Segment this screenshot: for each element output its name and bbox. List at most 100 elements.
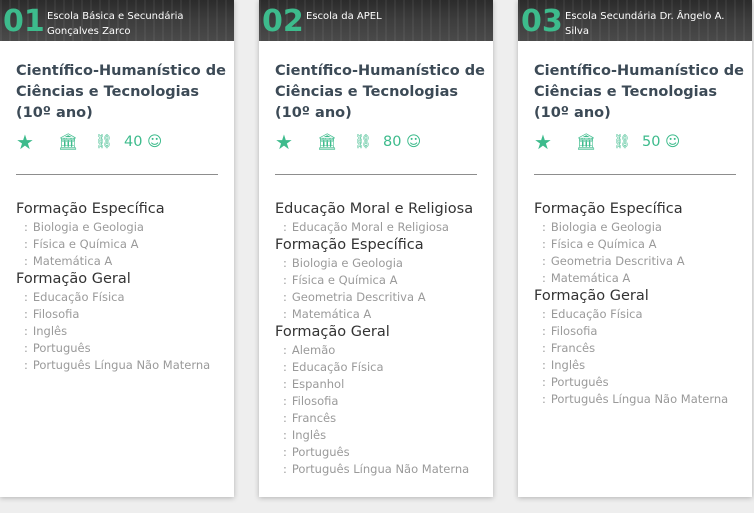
subject-item: : Francês xyxy=(275,410,490,427)
card-number: 02 xyxy=(262,4,304,39)
link-icon: ⛓ xyxy=(354,134,372,150)
group-title: Formação Geral xyxy=(534,288,649,304)
subject-label: Inglês xyxy=(550,358,586,372)
link-icon: ⛓ xyxy=(613,134,631,150)
subject-item: : Português Língua Não Materna xyxy=(534,391,749,408)
subject-label: Português xyxy=(32,341,91,355)
subject-separator: : xyxy=(283,411,287,425)
subject-item: : Geometria Descritiva A xyxy=(275,289,490,306)
subject-label: Português Língua Não Materna xyxy=(550,392,729,406)
subject-item: : Educação Física xyxy=(16,289,231,306)
card-meta: ★ 🏛︎ ⛓ 50 ☺ xyxy=(534,130,739,154)
subject-separator: : xyxy=(283,220,287,234)
smiley-icon: ☺ xyxy=(665,134,681,150)
school-name[interactable]: Escola Básica e Secundária Gonçalves Zar… xyxy=(47,9,230,39)
subject-label: Educação Física xyxy=(550,307,643,321)
group-title: Formação Específica xyxy=(534,201,683,217)
subject-label: Português Língua Não Materna xyxy=(32,358,211,372)
subject-item: : Inglês xyxy=(275,427,490,444)
star-icon[interactable]: ★ xyxy=(275,130,293,154)
subject-item: : Física e Química A xyxy=(275,272,490,289)
subject-item: : Educação Física xyxy=(534,306,749,323)
subject-item: : Português xyxy=(16,340,231,357)
subject-separator: : xyxy=(542,307,546,321)
subject-label: Filosofia xyxy=(550,324,598,338)
school-card[interactable]: 01 Escola Básica e Secundária Gonçalves … xyxy=(0,0,234,497)
subject-item: : Matemática A xyxy=(534,270,749,287)
subject-separator: : xyxy=(542,341,546,355)
subject-separator: : xyxy=(283,343,287,357)
subject-label: Biologia e Geologia xyxy=(550,220,662,234)
subject-item: : Português xyxy=(534,374,749,391)
subject-separator: : xyxy=(24,324,28,338)
institution-icon: 🏛︎ xyxy=(317,132,338,151)
subject-separator: : xyxy=(542,358,546,372)
subject-separator: : xyxy=(542,237,546,251)
subject-separator: : xyxy=(24,254,28,268)
subject-separator: : xyxy=(24,237,28,251)
subject-item: : Biologia e Geologia xyxy=(275,255,490,272)
subject-label: Biologia e Geologia xyxy=(32,220,144,234)
subject-label: Educação Física xyxy=(32,290,125,304)
subject-label: Francês xyxy=(550,341,596,355)
subject-label: Português xyxy=(291,445,350,459)
subject-label: Física e Química A xyxy=(32,237,139,251)
card-header: 03 Escola Secundária Dr. Ângelo A. Silva xyxy=(518,0,752,41)
subject-item: : Matemática A xyxy=(16,253,231,270)
subject-groups: Educação Moral e Religiosa: Educação Mora… xyxy=(275,200,490,478)
institution-icon: 🏛︎ xyxy=(576,132,597,151)
subject-item: : Biologia e Geologia xyxy=(534,219,749,236)
course-title[interactable]: Científico-Humanístico de Ciências e Tec… xyxy=(275,61,487,124)
divider xyxy=(275,174,477,175)
subject-groups: Formação Específica: Biologia e Geologia:… xyxy=(534,200,749,408)
group-title: Formação Específica xyxy=(275,237,424,253)
group-title: Formação Geral xyxy=(16,271,131,287)
smiley-icon: ☺ xyxy=(147,134,163,150)
link-icon: ⛓ xyxy=(95,134,113,150)
subject-groups: Formação Específica: Biologia e Geologia:… xyxy=(16,200,231,374)
card-number: 03 xyxy=(521,4,563,39)
subject-label: Inglês xyxy=(32,324,68,338)
course-title[interactable]: Científico-Humanístico de Ciências e Tec… xyxy=(534,61,746,124)
subject-item: : Filosofia xyxy=(16,306,231,323)
star-icon[interactable]: ★ xyxy=(16,130,34,154)
card-meta: ★ 🏛︎ ⛓ 80 ☺ xyxy=(275,130,480,154)
subject-separator: : xyxy=(542,220,546,234)
star-icon[interactable]: ★ xyxy=(534,130,552,154)
subject-separator: : xyxy=(283,290,287,304)
subject-separator: : xyxy=(283,307,287,321)
subject-label: Português xyxy=(550,375,609,389)
subject-label: Matemática A xyxy=(32,254,113,268)
institution-icon: 🏛︎ xyxy=(58,132,79,151)
subject-separator: : xyxy=(542,271,546,285)
subject-label: Inglês xyxy=(291,428,327,442)
subject-separator: : xyxy=(24,358,28,372)
course-title[interactable]: Científico-Humanístico de Ciências e Tec… xyxy=(16,61,228,124)
subject-separator: : xyxy=(24,220,28,234)
subject-item: : Inglês xyxy=(534,357,749,374)
subject-label: Português Língua Não Materna xyxy=(291,462,470,476)
smiley-icon: ☺ xyxy=(406,134,422,150)
subject-separator: : xyxy=(283,377,287,391)
subject-label: Filosofia xyxy=(291,394,339,408)
subject-separator: : xyxy=(24,307,28,321)
subject-label: Geometria Descritiva A xyxy=(550,254,685,268)
score-value: 40 ☺ xyxy=(124,134,163,150)
subject-separator: : xyxy=(283,256,287,270)
card-header: 02 Escola da APEL xyxy=(259,0,493,41)
subject-item: : Português Língua Não Materna xyxy=(16,357,231,374)
subject-item: : Espanhol xyxy=(275,376,490,393)
school-card[interactable]: 02 Escola da APEL Científico-Humanístico… xyxy=(259,0,493,497)
subject-separator: : xyxy=(542,324,546,338)
subject-separator: : xyxy=(283,394,287,408)
school-name[interactable]: Escola Secundária Dr. Ângelo A. Silva xyxy=(565,9,748,39)
school-card[interactable]: 03 Escola Secundária Dr. Ângelo A. Silva… xyxy=(518,0,752,497)
subject-item: : Física e Química A xyxy=(16,236,231,253)
subject-separator: : xyxy=(283,462,287,476)
school-name[interactable]: Escola da APEL xyxy=(306,9,489,24)
card-number: 01 xyxy=(3,4,45,39)
subject-separator: : xyxy=(283,273,287,287)
subject-label: Filosofia xyxy=(32,307,80,321)
subject-item: : Alemão xyxy=(275,342,490,359)
group-title: Educação Moral e Religiosa xyxy=(275,201,474,217)
